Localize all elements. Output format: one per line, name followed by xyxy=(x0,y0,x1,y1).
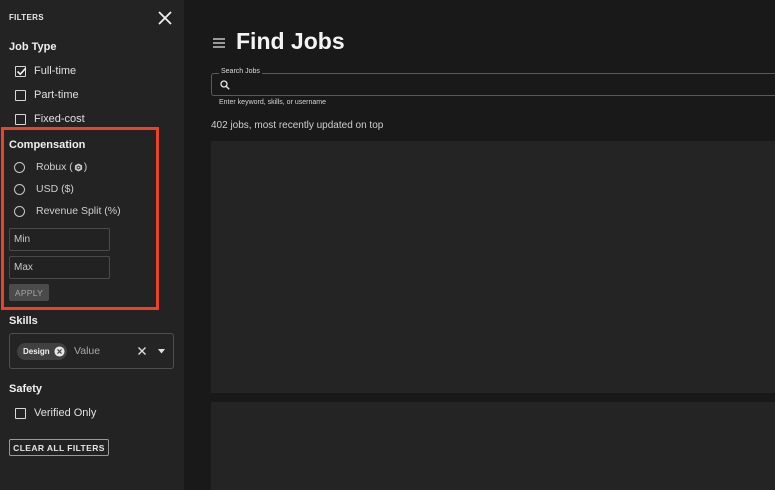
job-type-title: Job Type xyxy=(9,41,57,53)
verified-only-label: Verified Only xyxy=(34,407,97,419)
radio-icon[interactable] xyxy=(14,161,25,173)
checkbox-verified-only[interactable]: Verified Only xyxy=(15,406,96,420)
compensation-highlight xyxy=(1,127,159,310)
job-card[interactable] xyxy=(211,141,775,393)
skills-value-placeholder[interactable]: Value xyxy=(74,345,100,357)
skill-chip-label: Design xyxy=(23,347,50,356)
robux-label-suffix: ) xyxy=(83,161,88,173)
job-card[interactable] xyxy=(211,402,775,490)
checkbox-full-time[interactable]: Full-time xyxy=(15,64,76,78)
search-helper-text: Enter keyword, skills, or username xyxy=(219,99,326,106)
usd-label: USD ($) xyxy=(36,183,74,195)
filters-header: FILTERS xyxy=(9,13,44,22)
radio-usd[interactable]: USD ($) xyxy=(14,182,74,196)
max-input[interactable] xyxy=(9,256,110,279)
skills-title: Skills xyxy=(9,315,38,327)
robux-label: Robux ( ) xyxy=(36,161,87,173)
full-time-label: Full-time xyxy=(34,65,77,77)
search-input[interactable] xyxy=(234,76,764,93)
page-title: Find Jobs xyxy=(236,28,345,54)
menu-icon[interactable] xyxy=(213,38,225,48)
radio-robux[interactable]: Robux ( ) xyxy=(14,160,87,174)
safety-title: Safety xyxy=(9,383,43,395)
radio-icon[interactable] xyxy=(14,183,25,195)
radio-icon[interactable] xyxy=(14,205,25,217)
checkbox-fixed-cost[interactable]: Fixed-cost xyxy=(15,112,85,126)
search-icon xyxy=(220,80,230,90)
checkbox-unchecked-icon[interactable] xyxy=(15,407,26,419)
revenue-split-label: Revenue Split (%) xyxy=(36,205,121,217)
main-content: Find Jobs Search Jobs Enter keyword, ski… xyxy=(184,0,775,490)
close-icon[interactable] xyxy=(157,10,173,26)
checkbox-unchecked-icon[interactable] xyxy=(15,113,26,125)
search-label: Search Jobs xyxy=(219,68,262,75)
fixed-cost-label: Fixed-cost xyxy=(34,113,85,125)
filters-sidebar: FILTERS Job Type Full-time Part-time Fix… xyxy=(0,0,184,490)
dropdown-caret-icon[interactable] xyxy=(158,349,165,354)
skill-chip[interactable]: Design xyxy=(17,343,67,360)
clear-all-filters-button[interactable]: CLEAR ALL FILTERS xyxy=(9,439,109,456)
skills-select[interactable]: Design Value xyxy=(9,333,174,369)
radio-revenue-split[interactable]: Revenue Split (%) xyxy=(14,204,121,218)
apply-button[interactable]: APPLY xyxy=(9,284,49,301)
part-time-label: Part-time xyxy=(34,89,79,101)
checkbox-checked-icon[interactable] xyxy=(15,65,27,77)
results-count: 402 jobs, most recently updated on top xyxy=(211,120,384,131)
robux-label-prefix: Robux ( xyxy=(36,161,73,173)
compensation-title: Compensation xyxy=(9,139,86,151)
remove-chip-icon[interactable] xyxy=(54,346,65,357)
clear-icon[interactable] xyxy=(137,346,147,356)
robux-icon xyxy=(74,162,82,172)
checkbox-unchecked-icon[interactable] xyxy=(15,89,26,101)
checkbox-part-time[interactable]: Part-time xyxy=(15,88,79,102)
min-input[interactable] xyxy=(9,228,110,251)
